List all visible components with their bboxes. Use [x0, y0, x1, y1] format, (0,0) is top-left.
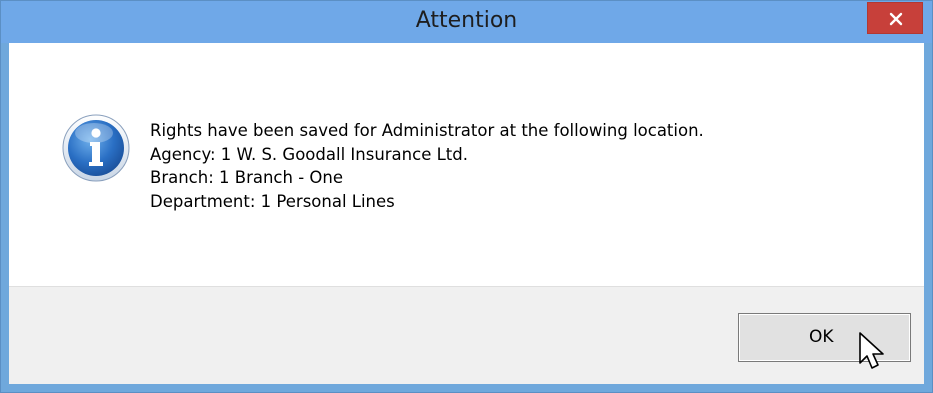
mouse-cursor-icon — [859, 332, 884, 369]
message-line: Department: 1 Personal Lines — [150, 191, 395, 211]
button-bar: OK — [9, 286, 924, 384]
info-icon — [62, 114, 130, 182]
title-bar[interactable]: Attention — [1, 1, 932, 43]
close-icon — [889, 12, 903, 26]
message-line: Branch: 1 Branch - One — [150, 168, 343, 187]
dialog-title: Attention — [415, 8, 518, 33]
message-text: Rights have been saved for Administrator… — [150, 119, 704, 213]
dialog-window: Attention Rights have been saved for Adm… — [0, 0, 933, 393]
message-line: Agency: 1 W. S. Goodall Insurance Ltd. — [150, 144, 468, 164]
message-line: Rights have been saved for Administrator… — [150, 121, 704, 140]
message-area: Rights have been saved for Administrator… — [9, 43, 924, 286]
close-button[interactable] — [867, 2, 923, 34]
ok-button-label: OK — [809, 327, 834, 347]
